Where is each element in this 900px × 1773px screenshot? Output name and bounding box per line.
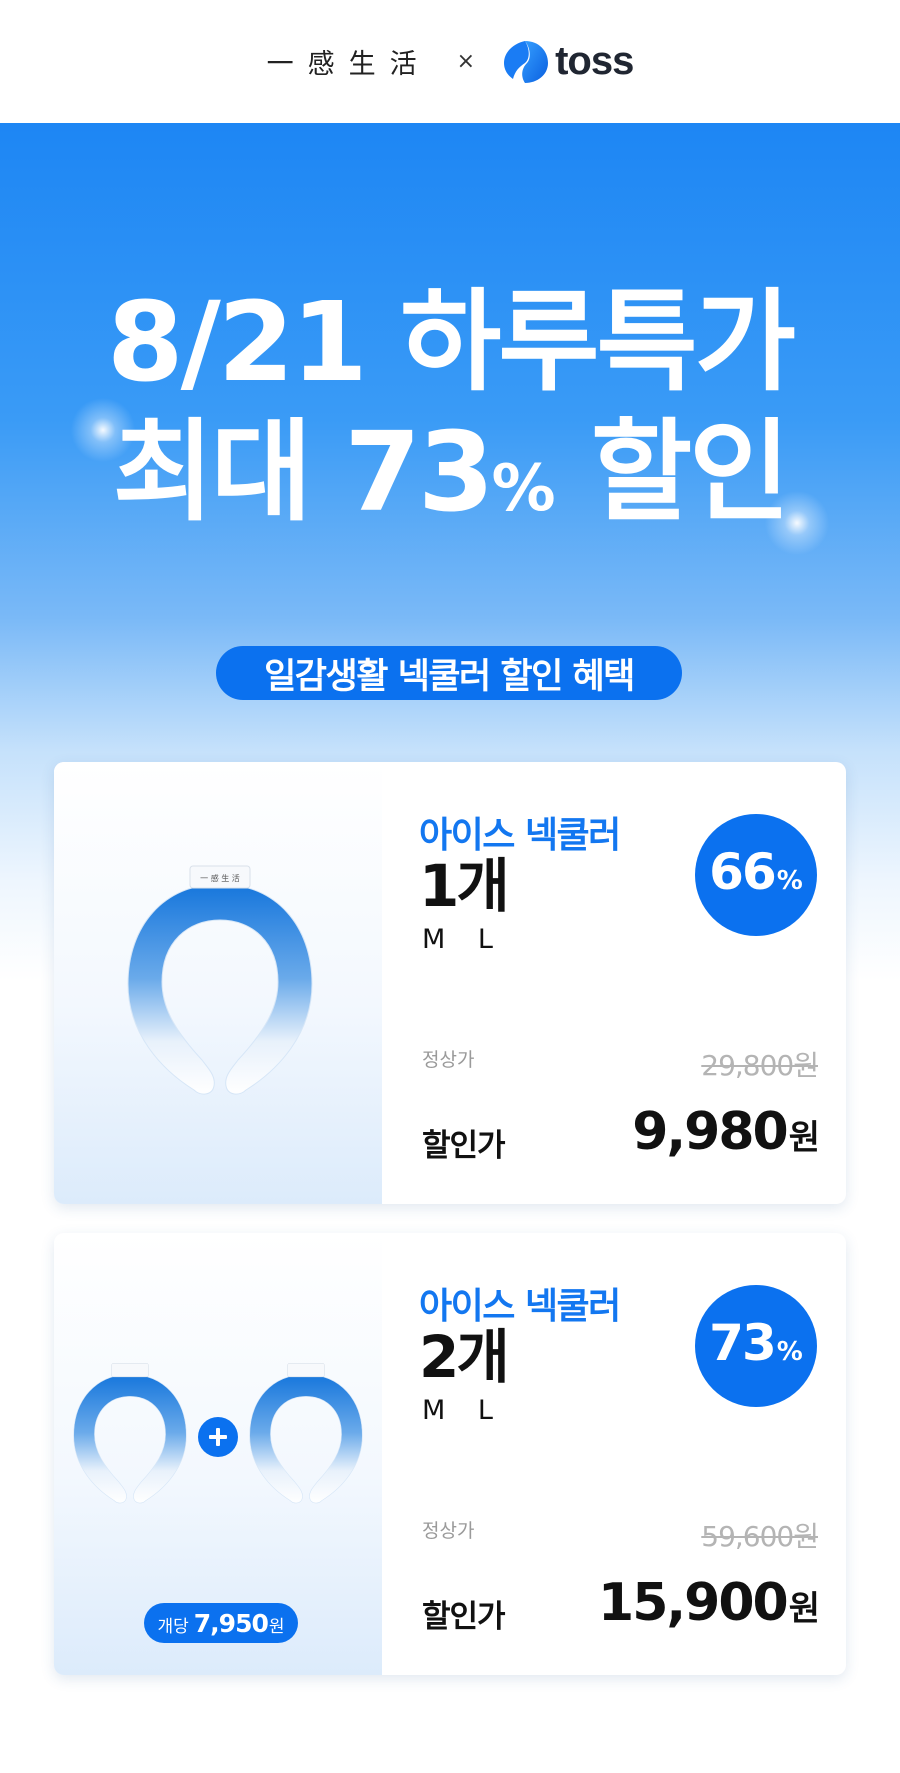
sale-price-value: 9,980	[632, 1102, 788, 1162]
neck-cooler-image	[249, 1363, 363, 1504]
discount-value: 66	[709, 843, 777, 901]
partner-logo: toss	[501, 39, 634, 85]
collab-mark: ×	[456, 49, 476, 74]
toss-logo-icon	[504, 40, 549, 83]
discount-unit: %	[776, 866, 803, 896]
product-card[interactable]: 개당 7,950 원 아이스 넥쿨러 2개 M L 73% 정상가 59,600원 …	[54, 1233, 846, 1675]
product-quantity: 1개	[419, 852, 510, 920]
sale-price-unit: 원	[788, 1118, 820, 1158]
header-bar: 一感生活 × toss	[0, 0, 900, 123]
product-card[interactable]: 一 感 生 活 아이스 넥쿨러 1개 M L 66% 정상가 29,800원 할…	[54, 762, 846, 1204]
section-pill: 일감생활 넥쿨러 할인 혜택	[216, 646, 682, 700]
product-quantity: 2개	[419, 1323, 510, 1391]
brand-logo-text: 一感生活	[266, 49, 431, 80]
sale-price: 9,980 원	[632, 1102, 820, 1162]
regular-price-label: 정상가	[422, 1520, 475, 1542]
per-unit-suffix: 원	[268, 1617, 285, 1637]
sale-price: 15,900 원	[598, 1573, 820, 1633]
svg-text:一 感 生 活: 一 感 生 活	[200, 873, 240, 883]
sale-price-unit: 원	[788, 1589, 820, 1629]
product-image: 一 感 生 活	[54, 762, 382, 1204]
per-unit-price: 7,950	[193, 1609, 269, 1638]
per-unit-badge: 개당 7,950 원	[144, 1603, 298, 1643]
headline-discount-prefix: 최대 73	[112, 408, 495, 536]
neck-cooler-image	[73, 1363, 187, 1504]
per-unit-label: 개당	[157, 1617, 189, 1637]
plus-icon	[198, 1417, 238, 1457]
discount-badge: 73%	[695, 1285, 817, 1407]
headline-discount: 최대 73% 할인	[0, 412, 900, 549]
regular-price-label: 정상가	[422, 1049, 475, 1071]
neck-cooler-image: 一 感 生 活	[127, 865, 313, 1095]
sale-price-label: 할인가	[422, 1599, 506, 1635]
sale-price-value: 15,900	[598, 1573, 789, 1633]
headline-discount-suffix: 할인	[555, 408, 790, 536]
discount-unit: %	[776, 1337, 803, 1367]
product-name: 아이스 넥쿨러	[419, 1286, 621, 1327]
regular-price: 29,800원	[701, 1049, 819, 1082]
headline-percent: %	[491, 452, 556, 526]
sale-price-label: 할인가	[422, 1128, 506, 1164]
product-sizes: M L	[422, 924, 505, 955]
toss-wordmark: toss	[555, 39, 634, 83]
product-name: 아이스 넥쿨러	[419, 815, 621, 856]
discount-value: 73	[709, 1314, 777, 1372]
regular-price: 59,600원	[701, 1520, 819, 1553]
product-image: 개당 7,950 원	[54, 1233, 382, 1675]
product-info: 아이스 넥쿨러 2개 M L 73% 정상가 59,600원 할인가 15,90…	[382, 1233, 846, 1675]
headline-date: 8/21 하루특가	[107, 278, 796, 406]
product-info: 아이스 넥쿨러 1개 M L 66% 정상가 29,800원 할인가 9,980…	[382, 762, 846, 1204]
product-sizes: M L	[422, 1395, 505, 1426]
discount-badge: 66%	[695, 814, 817, 936]
